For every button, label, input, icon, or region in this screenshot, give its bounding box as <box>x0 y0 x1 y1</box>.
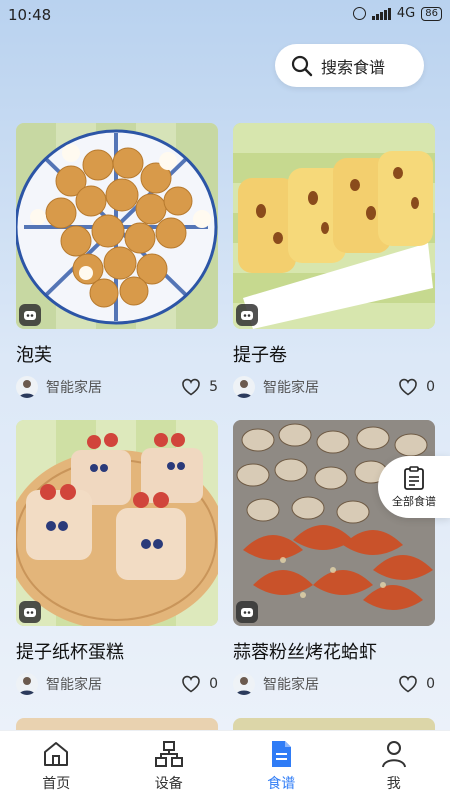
recipe-meta: 智能家居 0 <box>16 672 218 696</box>
home-icon <box>41 739 71 769</box>
recipe-author: 智能家居 <box>263 674 319 694</box>
recipe-doc-icon <box>266 739 296 769</box>
like-button[interactable]: 0 <box>398 378 435 396</box>
recipe-card[interactable]: 泡芙 智能家居 5 <box>16 123 218 329</box>
like-button[interactable]: 0 <box>398 675 435 693</box>
recipe-meta: 智能家居 0 <box>233 672 435 696</box>
like-count: 0 <box>209 676 218 692</box>
status-icons: 4G 86 <box>353 6 442 21</box>
tab-home[interactable]: 首页 <box>0 731 113 801</box>
recipe-title: 提子卷 <box>233 341 287 367</box>
recipe-photo[interactable] <box>16 123 218 329</box>
robot-icon <box>19 601 41 623</box>
recipe-meta: 智能家居 5 <box>16 375 218 399</box>
heart-icon <box>398 378 418 396</box>
like-count: 0 <box>426 676 435 692</box>
search-label: 搜索食谱 <box>321 54 385 78</box>
alarm-icon <box>353 7 366 20</box>
tab-home-label: 首页 <box>42 773 70 793</box>
battery-level: 86 <box>425 8 438 19</box>
avatar <box>16 673 38 695</box>
avatar <box>16 376 38 398</box>
like-count: 5 <box>209 379 218 395</box>
recipe-author: 智能家居 <box>46 377 102 397</box>
avatar <box>233 673 255 695</box>
recipe-card[interactable]: 提子纸杯蛋糕 智能家居 0 <box>16 420 218 626</box>
robot-icon <box>236 304 258 326</box>
robot-icon <box>236 601 258 623</box>
device-tree-icon <box>154 739 184 769</box>
tab-me[interactable]: 我 <box>338 731 450 801</box>
network-type: 4G <box>397 6 415 21</box>
like-count: 0 <box>426 379 435 395</box>
avatar <box>233 376 255 398</box>
clipboard-icon <box>403 466 425 490</box>
search-icon <box>291 55 313 77</box>
recipe-card[interactable]: 蒜蓉粉丝烤花蛤虾 智能家居 0 <box>233 420 435 626</box>
signal-icon <box>372 8 391 20</box>
recipe-author: 智能家居 <box>46 674 102 694</box>
recipe-title: 提子纸杯蛋糕 <box>16 638 124 664</box>
bottom-tab-bar: 首页 设备 食谱 我 <box>0 730 450 801</box>
person-icon <box>379 739 409 769</box>
tab-devices-label: 设备 <box>155 773 183 793</box>
recipe-title: 泡芙 <box>16 341 52 367</box>
tab-devices[interactable]: 设备 <box>113 731 226 801</box>
recipe-photo[interactable] <box>233 123 435 329</box>
tab-recipes[interactable]: 食谱 <box>225 731 338 801</box>
battery-icon: 86 <box>421 7 442 21</box>
recipe-meta: 智能家居 0 <box>233 375 435 399</box>
recipe-photo[interactable] <box>233 420 435 626</box>
recipe-card[interactable]: 提子卷 智能家居 0 <box>233 123 435 329</box>
recipe-photo[interactable] <box>16 420 218 626</box>
all-recipes-label: 全部食谱 <box>392 493 436 509</box>
status-time: 10:48 <box>8 6 51 24</box>
search-button[interactable]: 搜索食谱 <box>275 44 424 87</box>
tab-recipes-label: 食谱 <box>267 773 295 793</box>
all-recipes-button[interactable]: 全部食谱 <box>378 456 450 518</box>
tab-me-label: 我 <box>387 773 401 793</box>
recipe-title: 蒜蓉粉丝烤花蛤虾 <box>233 638 377 664</box>
heart-icon <box>181 675 201 693</box>
heart-icon <box>181 378 201 396</box>
status-bar: 10:48 4G 86 <box>0 0 450 32</box>
robot-icon <box>19 304 41 326</box>
heart-icon <box>398 675 418 693</box>
like-button[interactable]: 5 <box>181 378 218 396</box>
like-button[interactable]: 0 <box>181 675 218 693</box>
recipe-author: 智能家居 <box>263 377 319 397</box>
